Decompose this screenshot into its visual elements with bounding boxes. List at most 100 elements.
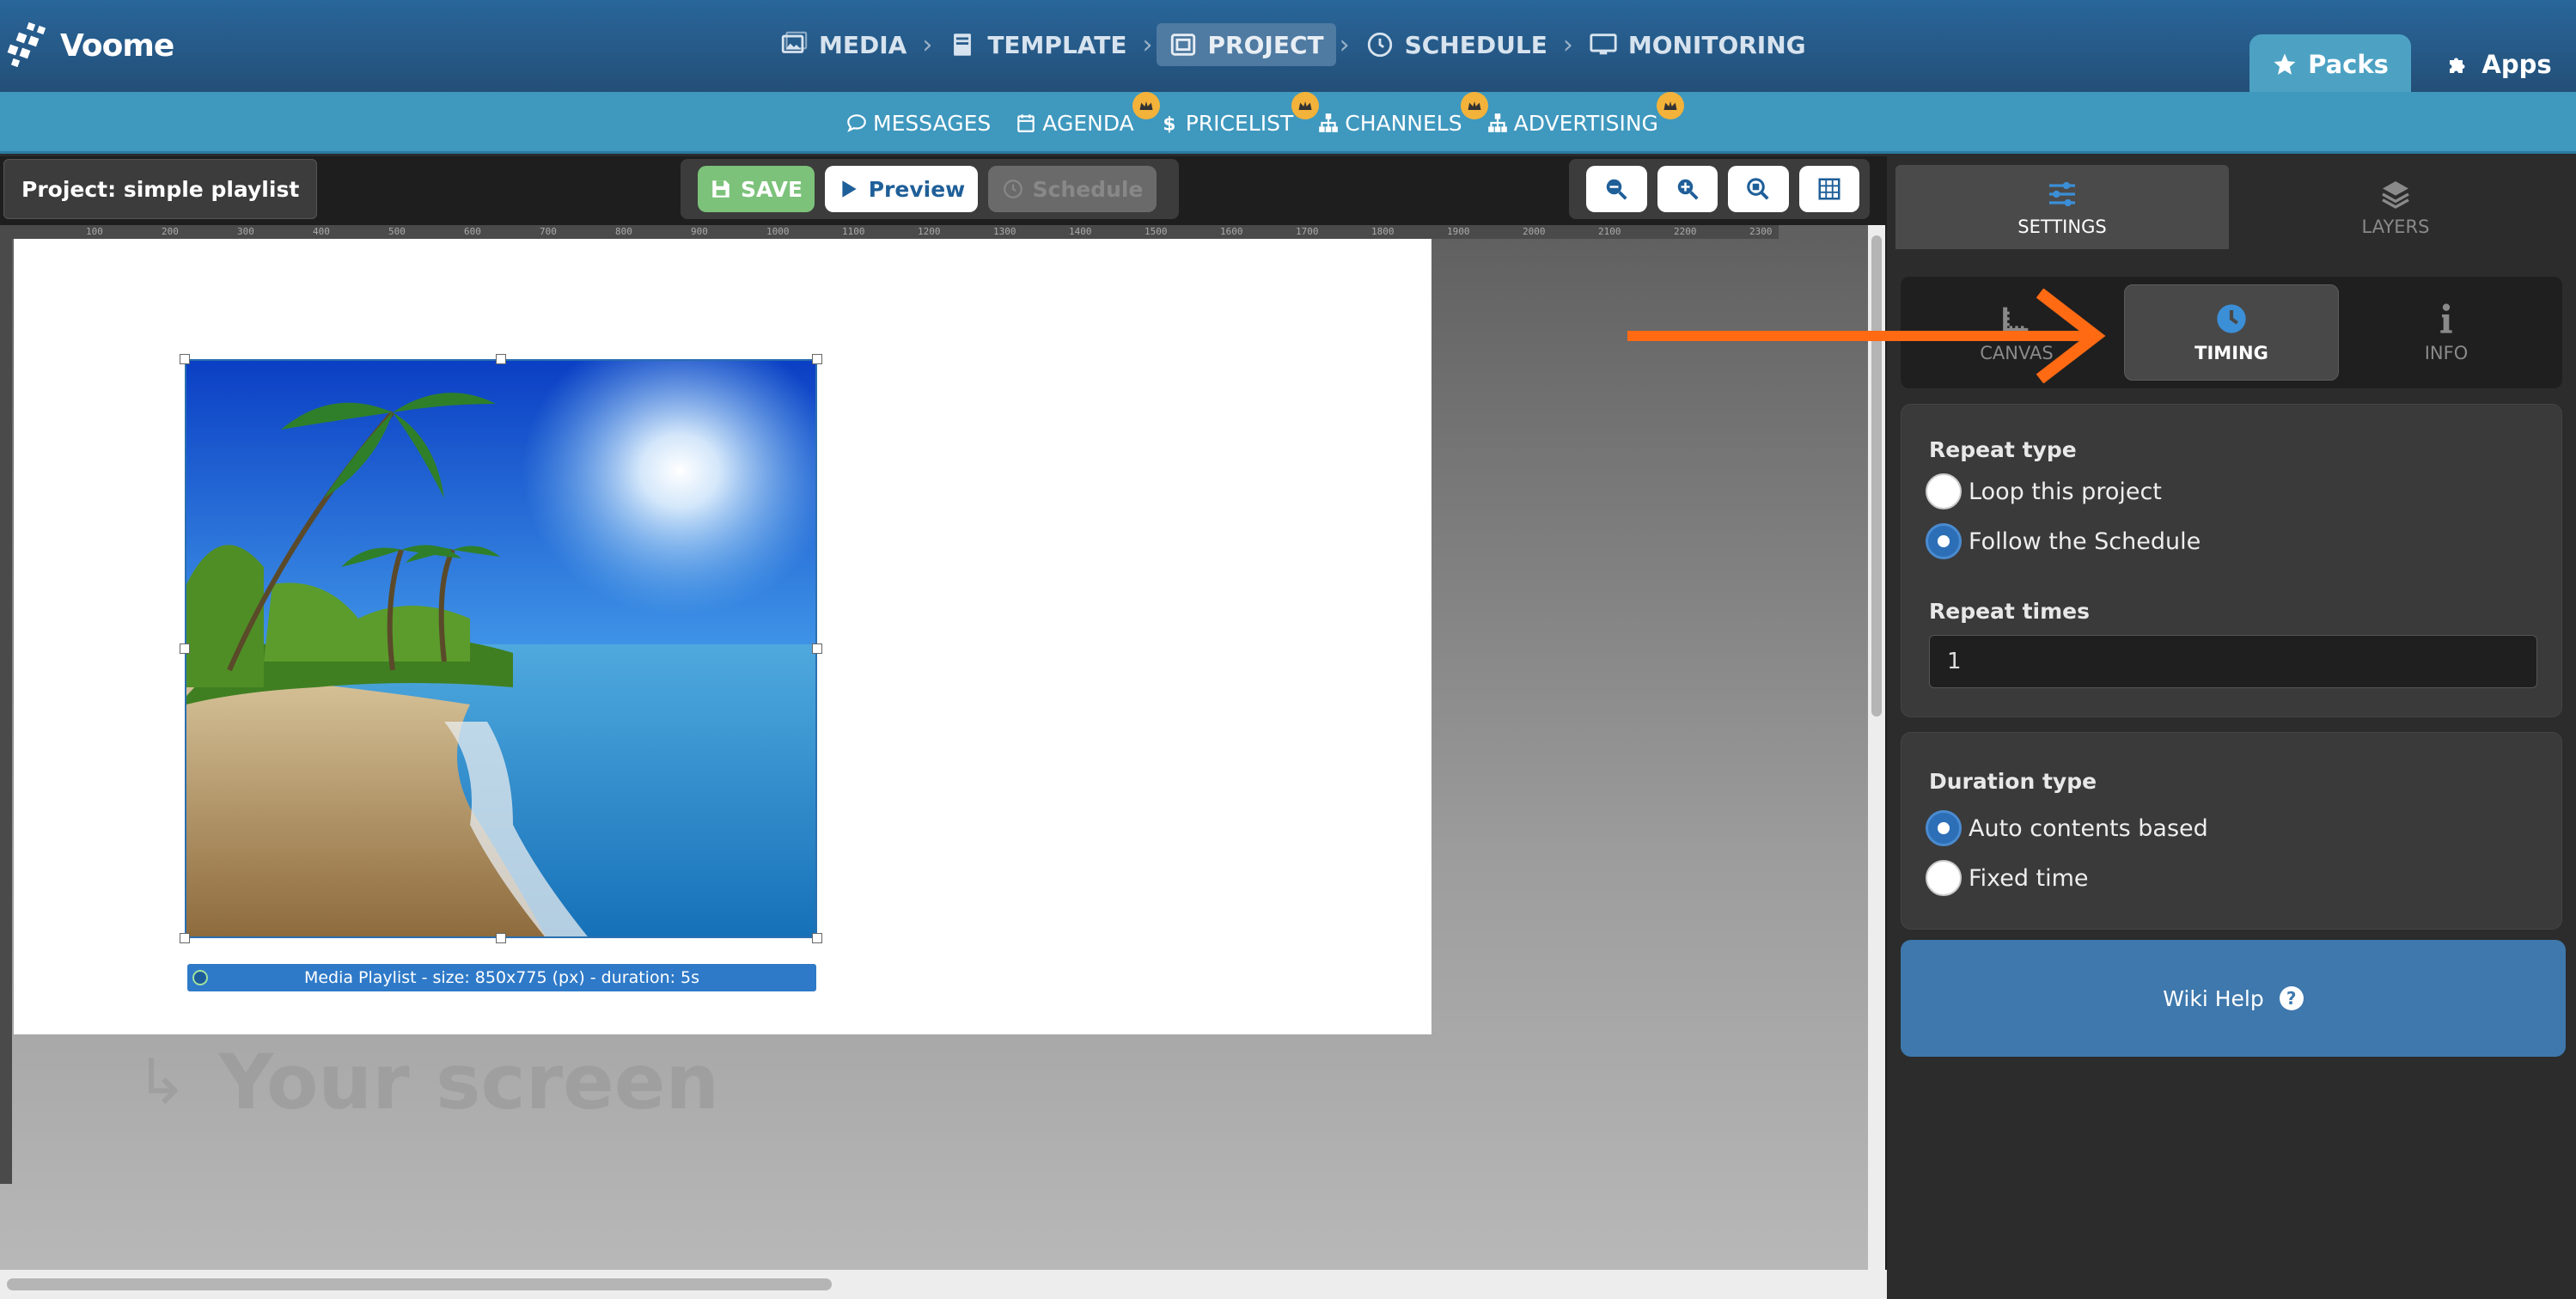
ruler-tick-label: 700 (540, 226, 557, 237)
subnav-channels[interactable]: CHANNELS (1317, 91, 1488, 136)
media-caption-bar[interactable]: Media Playlist - size: 850x775 (px) - du… (187, 964, 816, 991)
star-icon (2274, 53, 2296, 75)
horizontal-scrollbar-thumb[interactable] (7, 1278, 832, 1290)
resize-handle[interactable] (180, 933, 190, 943)
monitor-icon (1590, 34, 1617, 55)
svg-text:$: $ (1163, 114, 1175, 134)
resize-handle[interactable] (180, 354, 190, 364)
nav-separator: › (1339, 29, 1350, 60)
horizontal-scrollbar[interactable] (0, 1270, 1887, 1299)
nav-separator: › (1142, 29, 1153, 60)
ruler-tick-label: 900 (691, 226, 708, 237)
ruler-tick-label: 800 (615, 226, 632, 237)
sitemap-icon (1487, 113, 1507, 132)
fixed-time-option[interactable]: Fixed time (1926, 860, 2089, 896)
ruler-tick-label: 1600 (1220, 226, 1243, 237)
nav-project[interactable]: PROJECT (1156, 23, 1336, 66)
resize-handle[interactable] (812, 933, 822, 943)
resize-handle[interactable] (496, 354, 506, 364)
your-screen-text: Your screen (218, 1037, 720, 1126)
nav-separator: › (1562, 29, 1573, 60)
subnav-advertising-label: ADVERTISING (1513, 110, 1658, 136)
ruler-top: 100 200 300 400 500 600 700 800 900 1000 1100 1200 1… (0, 225, 1779, 239)
save-button[interactable]: SAVE (698, 166, 815, 212)
wiki-help-button[interactable]: Wiki Help ? (1901, 940, 2566, 1057)
ruler-tick-label: 2300 (1749, 226, 1773, 237)
loop-project-option[interactable]: Loop this project (1926, 473, 2162, 509)
follow-schedule-option[interactable]: Follow the Schedule (1926, 523, 2201, 559)
annotation-arrow-icon (1627, 289, 2106, 383)
subnav-agenda[interactable]: AGENDA (1015, 91, 1160, 136)
repeat-times-title: Repeat times (1929, 599, 2090, 624)
dollar-icon: $ (1163, 114, 1175, 134)
media-caption-text: Media Playlist - size: 850x775 (px) - du… (303, 968, 700, 987)
auto-contents-radio[interactable] (1926, 810, 1962, 846)
ruler-tick-label: 1800 (1371, 226, 1395, 237)
calendar-icon (1017, 114, 1035, 132)
resize-handle[interactable] (812, 643, 822, 654)
zoom-in-icon (1677, 179, 1699, 200)
floppy-icon (712, 180, 729, 198)
media-playlist-element[interactable] (185, 359, 817, 938)
nav-monitoring[interactable]: MONITORING (1577, 23, 1818, 66)
crown-icon (1460, 91, 1488, 119)
ruler-tick-label: 600 (464, 226, 481, 237)
tab-apps[interactable]: Apps (2421, 34, 2576, 95)
image-icon (781, 31, 808, 53)
repeat-times-input[interactable]: 1 (1929, 635, 2537, 688)
tab-settings[interactable]: SETTINGS (1895, 165, 2229, 249)
schedule-button[interactable]: Schedule (988, 166, 1157, 212)
chat-icon (847, 114, 866, 132)
resize-handle[interactable] (180, 643, 190, 654)
resize-handle[interactable] (496, 933, 506, 943)
return-arrow-icon: ↳ (136, 1046, 188, 1118)
logo-text: Voome (60, 27, 174, 64)
tab-layers[interactable]: LAYERS (2229, 165, 2562, 249)
sliders-icon (2049, 181, 2075, 207)
subnav-agenda-label: AGENDA (1042, 110, 1134, 136)
ruler-tick-label: 1200 (918, 226, 941, 237)
secondary-nav: MESSAGES AGENDA $ PRICELIST CHANNELS ADV… (845, 91, 1684, 154)
nav-separator: › (922, 29, 933, 60)
zoom-out-button[interactable] (1586, 166, 1647, 212)
subnav-messages-label: MESSAGES (873, 110, 992, 136)
crown-icon (1291, 91, 1320, 119)
fixed-time-radio[interactable] (1926, 860, 1962, 896)
nav-schedule[interactable]: SCHEDULE (1353, 23, 1560, 66)
nav-schedule-label: SCHEDULE (1404, 30, 1547, 59)
tab-packs-label: Packs (2308, 50, 2389, 79)
subnav-messages[interactable]: MESSAGES (845, 111, 991, 136)
follow-schedule-radio[interactable] (1926, 523, 1962, 559)
screen-canvas[interactable]: Media Playlist - size: 850x775 (px) - du… (14, 239, 1431, 1034)
resize-handle[interactable] (812, 354, 822, 364)
ruler-tick-label: 2200 (1674, 226, 1697, 237)
subtab-timing[interactable]: TIMING (2124, 284, 2339, 381)
project-icon (1170, 34, 1195, 56)
ruler-tick-label: 2000 (1523, 226, 1546, 237)
secondary-nav-bar: MESSAGES AGENDA $ PRICELIST CHANNELS ADV… (0, 91, 2576, 154)
nav-media[interactable]: MEDIA (767, 23, 919, 66)
play-icon (842, 180, 857, 198)
zoom-fit-button[interactable] (1728, 166, 1789, 212)
nav-template[interactable]: TEMPLATE (936, 23, 1138, 66)
zoom-out-icon (1607, 179, 1627, 200)
subnav-pricelist[interactable]: $ PRICELIST (1158, 91, 1320, 136)
question-icon: ? (2279, 986, 2304, 1010)
nav-monitoring-label: MONITORING (1627, 30, 1806, 59)
app-logo[interactable]: Voome (5, 15, 174, 76)
subtab-info[interactable]: INFO (2339, 284, 2554, 381)
auto-contents-option[interactable]: Auto contents based (1926, 810, 2208, 846)
save-label: SAVE (740, 176, 803, 202)
preview-button[interactable]: Preview (825, 166, 978, 212)
subnav-advertising[interactable]: ADVERTISING (1486, 91, 1684, 136)
ruler-tick-label: 1400 (1069, 226, 1092, 237)
ruler-tick-label: 1900 (1447, 226, 1470, 237)
tab-packs[interactable]: Packs (2249, 34, 2411, 95)
grid-toggle-button[interactable] (1798, 166, 1859, 212)
subnav-pricelist-label: PRICELIST (1185, 110, 1294, 136)
crown-icon (1656, 91, 1684, 119)
tab-settings-label: SETTINGS (2017, 216, 2107, 237)
loop-project-radio[interactable] (1926, 473, 1962, 509)
follow-schedule-label: Follow the Schedule (1969, 528, 2201, 555)
zoom-in-button[interactable] (1657, 166, 1718, 212)
